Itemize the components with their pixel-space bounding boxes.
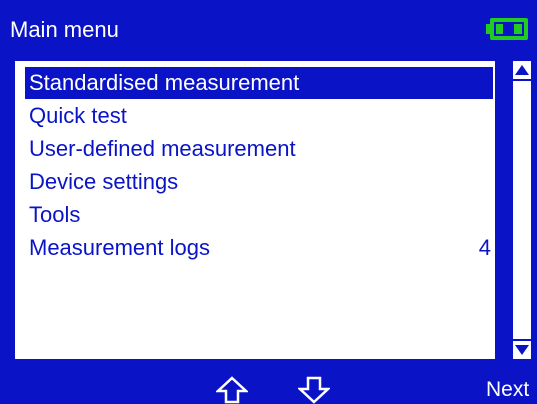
menu-item-label: User-defined measurement <box>29 136 296 161</box>
menu-item-quick-test[interactable]: Quick test <box>25 100 493 132</box>
battery-icon <box>486 18 528 40</box>
menu-item-device-settings[interactable]: Device settings <box>25 166 493 198</box>
menu-item-count: 4 <box>478 235 491 260</box>
softkey-bar: Next <box>0 368 537 404</box>
scroll-down-arrow-icon[interactable] <box>513 341 531 359</box>
menu-item-user-defined-measurement[interactable]: User-defined measurement <box>25 133 493 165</box>
scrollbar[interactable] <box>510 58 534 362</box>
menu-item-label: Tools <box>29 202 81 227</box>
scroll-up-arrow-icon[interactable] <box>513 61 531 79</box>
menu-item-tools[interactable]: Tools <box>25 199 493 231</box>
menu-item-label: Device settings <box>29 169 179 194</box>
down-arrow-icon[interactable] <box>298 376 330 404</box>
menu-item-standardised-measurement[interactable]: Standardised measurement <box>25 67 493 99</box>
scroll-track[interactable] <box>513 79 531 341</box>
menu-list-inner: Standardised measurement Quick test User… <box>15 61 495 359</box>
menu-item-label: Quick test <box>29 103 127 128</box>
up-arrow-icon[interactable] <box>216 376 248 404</box>
menu-item-measurement-logs[interactable]: Measurement logs 4 <box>25 232 493 264</box>
page-title: Main menu <box>10 17 119 42</box>
menu-list: Standardised measurement Quick test User… <box>12 58 498 362</box>
menu-item-label: Standardised measurement <box>29 70 300 95</box>
menu-item-label: Measurement logs <box>29 235 210 260</box>
next-softkey[interactable]: Next <box>486 377 529 403</box>
title-bar: Main menu <box>0 0 537 54</box>
